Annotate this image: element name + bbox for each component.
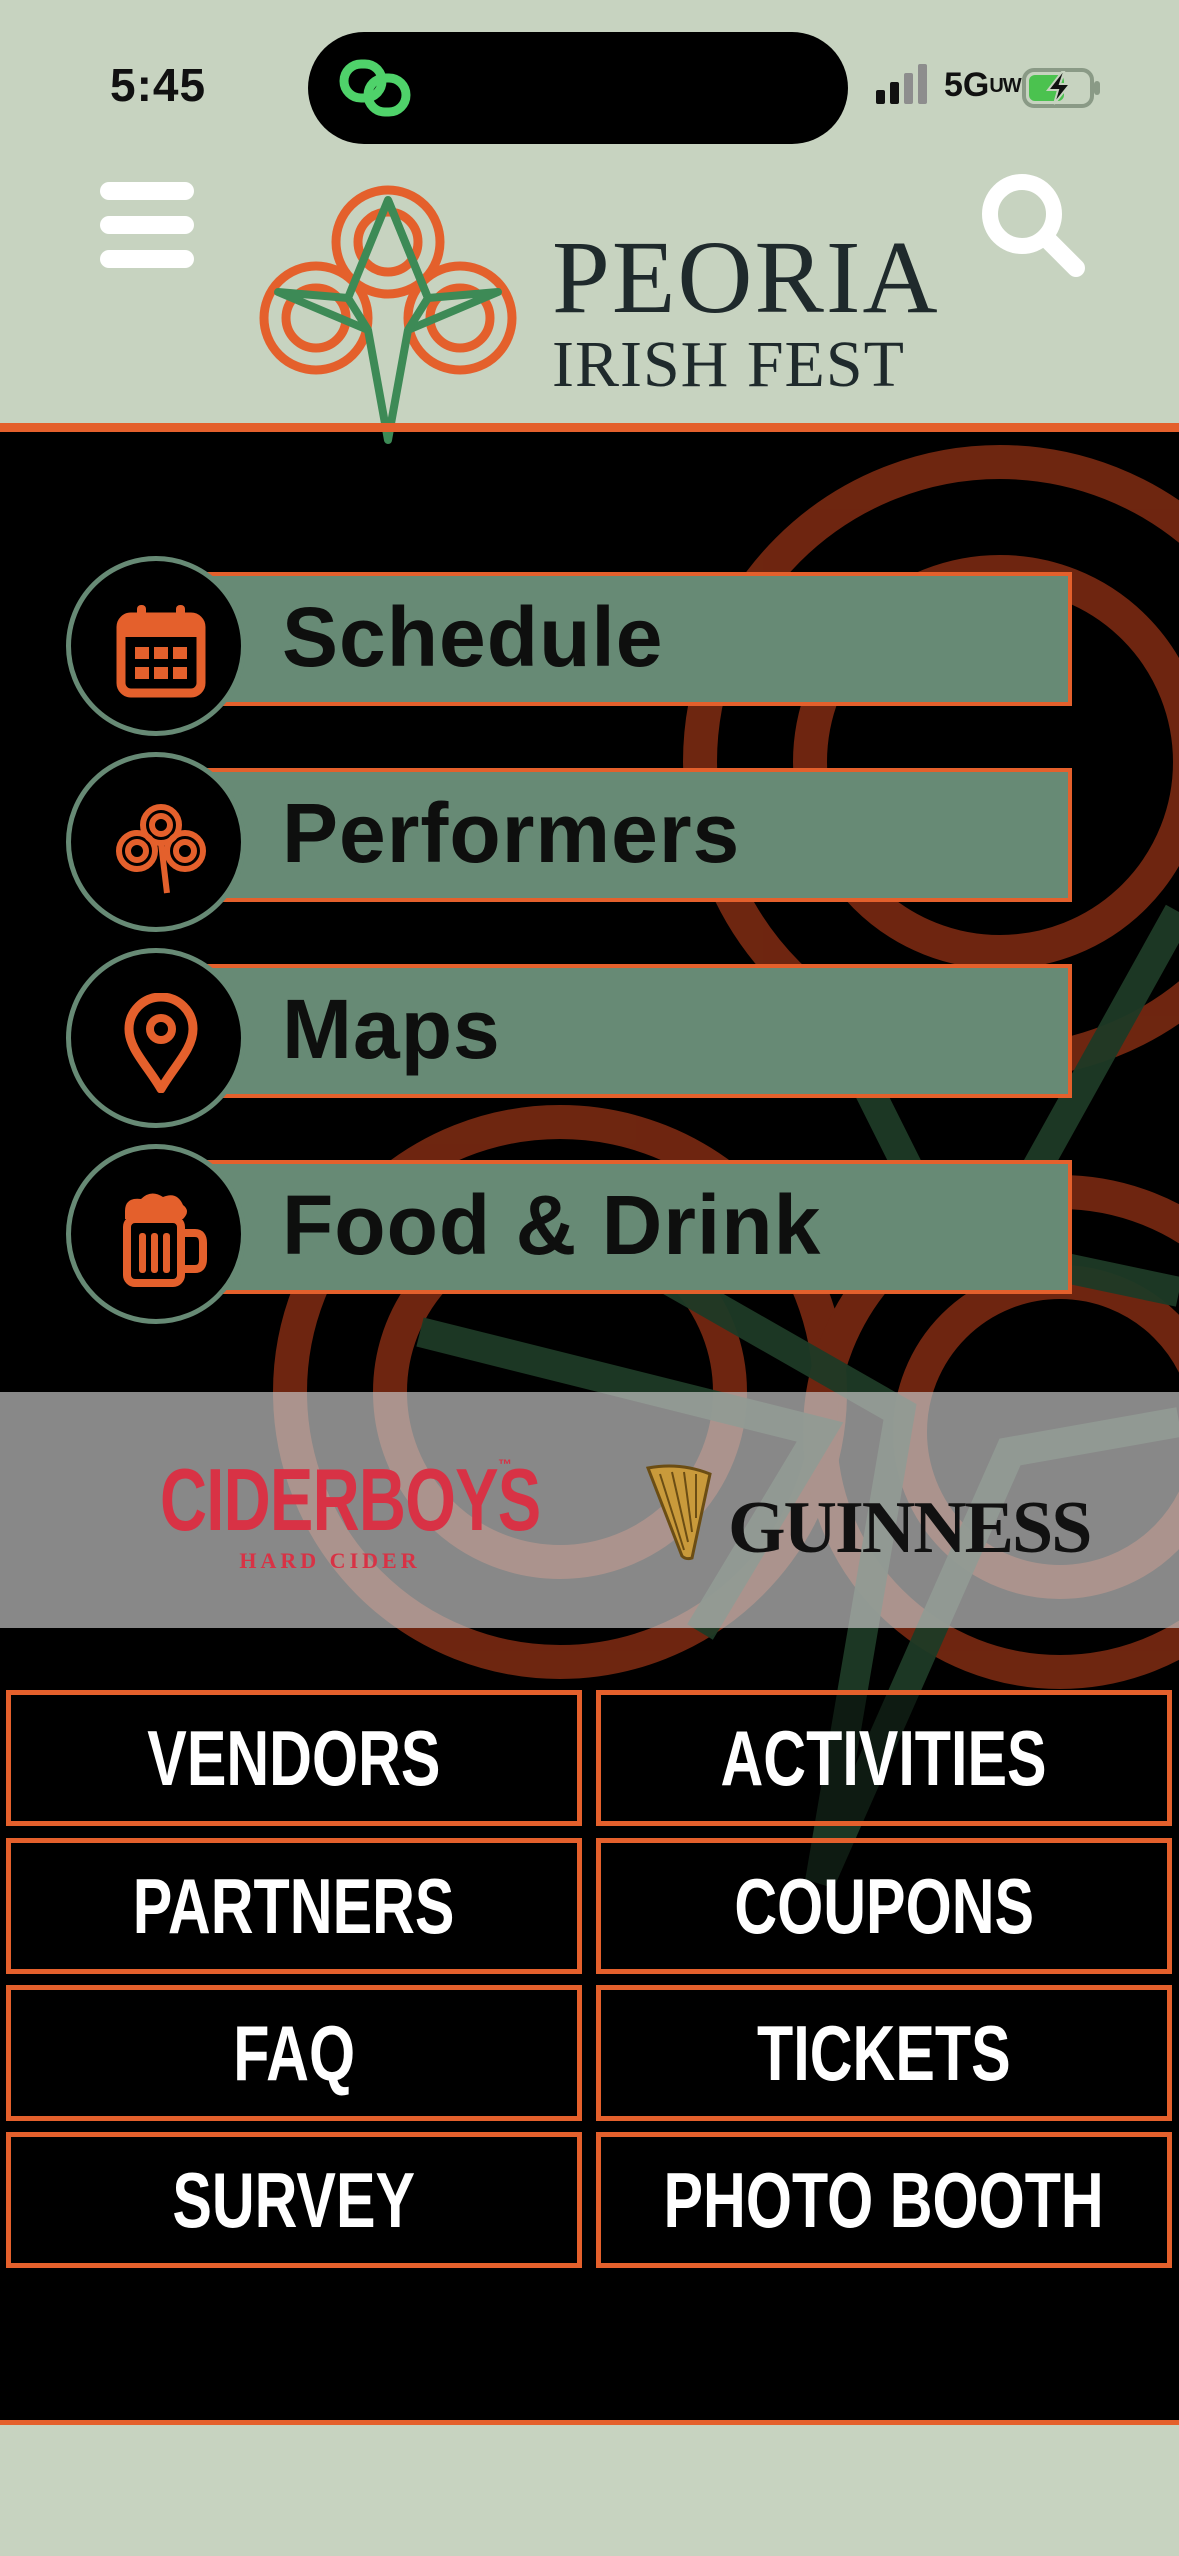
ciderboys-wordmark: CIDERBOYS bbox=[160, 1450, 541, 1549]
cellular-signal-icon bbox=[876, 64, 927, 104]
network-type-label: 5GUW bbox=[944, 66, 1022, 104]
menu-row-food-drink[interactable]: Food & Drink bbox=[66, 1144, 1096, 1324]
sponsor-logos-strip: CIDERBOYS HARD CIDER ™ GUINNESS bbox=[0, 1392, 1179, 1628]
menu-row-label-maps: Maps bbox=[282, 982, 501, 1076]
menu-row-icon-circle bbox=[66, 948, 246, 1128]
partners-button[interactable]: PARTNERS bbox=[6, 1838, 582, 1974]
photo-booth-button[interactable]: PHOTO BOOTH bbox=[596, 2132, 1172, 2268]
menu-line bbox=[100, 216, 194, 234]
menu-row-icon-circle bbox=[66, 1144, 246, 1324]
harp-icon bbox=[645, 1464, 712, 1561]
menu-row-label-schedule: Schedule bbox=[282, 590, 664, 684]
search-icon[interactable] bbox=[978, 170, 1088, 280]
dynamic-island bbox=[308, 32, 848, 144]
menu-row-schedule[interactable]: Schedule bbox=[66, 556, 1096, 736]
guinness-logo[interactable]: GUINNESS bbox=[640, 1462, 1092, 1572]
ciderboys-logo[interactable]: CIDERBOYS HARD CIDER bbox=[160, 1450, 541, 1574]
menu-row-icon-circle bbox=[66, 752, 246, 932]
coupons-label: COUPONS bbox=[734, 1861, 1034, 1950]
faq-button[interactable]: FAQ bbox=[6, 1985, 582, 2121]
activities-label: ACTIVITIES bbox=[720, 1713, 1048, 1802]
menu-line bbox=[100, 250, 194, 268]
menu-line bbox=[100, 182, 194, 200]
menu-row-performers[interactable]: Performers bbox=[66, 752, 1096, 932]
tickets-button[interactable]: TICKETS bbox=[596, 1985, 1172, 2121]
survey-button[interactable]: SURVEY bbox=[6, 2132, 582, 2268]
shamrock-icon bbox=[116, 804, 206, 894]
menu-row-maps[interactable]: Maps bbox=[66, 948, 1096, 1128]
coupons-button[interactable]: COUPONS bbox=[596, 1838, 1172, 1974]
activities-button[interactable]: ACTIVITIES bbox=[596, 1690, 1172, 1826]
status-time: 5:45 bbox=[110, 59, 207, 111]
beer-mug-icon bbox=[123, 1193, 207, 1287]
ciderboys-subtitle: HARD CIDER bbox=[239, 1548, 421, 1573]
link-activity-icon bbox=[339, 59, 411, 117]
photo-booth-label: PHOTO BOOTH bbox=[663, 2155, 1105, 2244]
shamrock-logo-icon bbox=[259, 185, 517, 444]
app-header: 5:45 5GUW PEORIA IRISH FEST bbox=[0, 0, 1179, 444]
calendar-icon bbox=[116, 605, 206, 698]
map-pin-icon bbox=[124, 993, 198, 1093]
brand-line-2: IRISH FEST bbox=[552, 328, 905, 401]
hamburger-menu-button[interactable] bbox=[100, 180, 194, 270]
survey-label: SURVEY bbox=[172, 2155, 416, 2244]
footer-bar bbox=[0, 2425, 1179, 2556]
header-divider bbox=[0, 423, 1179, 432]
battery-charging-icon bbox=[1022, 68, 1100, 108]
vendors-label: VENDORS bbox=[147, 1713, 441, 1802]
partners-label: PARTNERS bbox=[133, 1861, 455, 1950]
brand-logo-text: PEORIA IRISH FEST bbox=[552, 226, 940, 398]
menu-row-label-food-drink: Food & Drink bbox=[282, 1178, 822, 1272]
guinness-wordmark: GUINNESS bbox=[728, 1487, 1092, 1569]
menu-row-label-performers: Performers bbox=[282, 786, 741, 880]
faq-label: FAQ bbox=[233, 2008, 355, 2097]
tickets-label: TICKETS bbox=[757, 2008, 1011, 2097]
vendors-button[interactable]: VENDORS bbox=[6, 1690, 582, 1826]
menu-row-icon-circle bbox=[66, 556, 246, 736]
ciderboys-trademark: ™ bbox=[498, 1456, 512, 1472]
brand-line-1: PEORIA bbox=[552, 220, 940, 335]
